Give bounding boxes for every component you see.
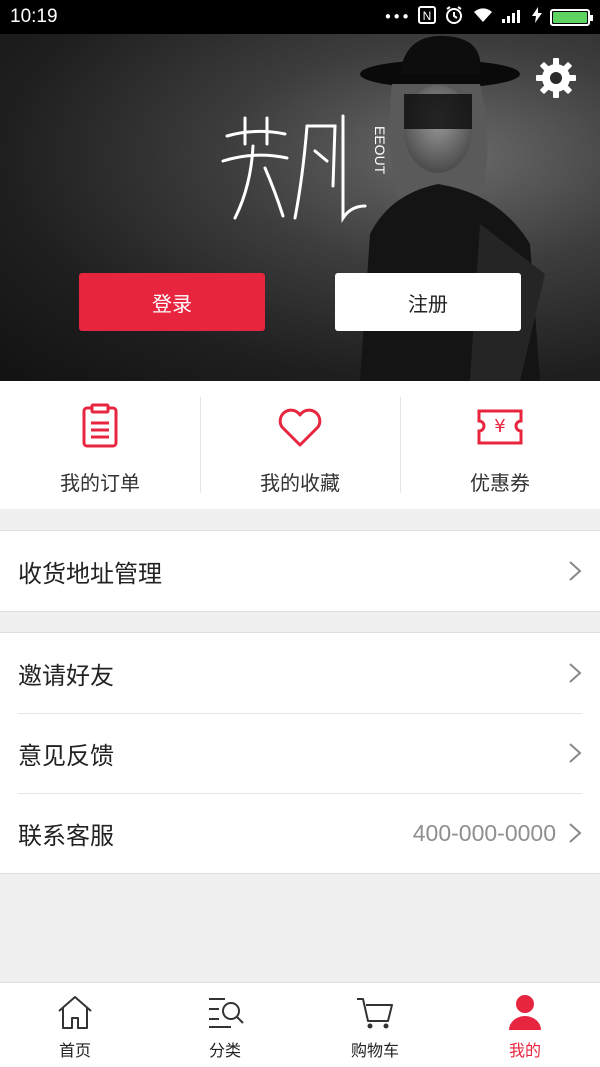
address-management-row[interactable]: 收货地址管理: [0, 531, 600, 611]
coupons-button[interactable]: ¥ 优惠券: [400, 381, 600, 509]
chevron-right-icon: [569, 823, 582, 843]
heart-icon: [278, 408, 322, 447]
tab-label: 购物车: [350, 1041, 399, 1060]
tab-home[interactable]: 首页: [0, 983, 150, 1067]
bottom-tab-bar: 首页 分类 购物车 我的: [0, 982, 600, 1067]
cart-icon: [357, 998, 393, 1029]
tab-cart[interactable]: 购物车: [300, 983, 450, 1067]
alarm-icon: [444, 5, 464, 29]
customer-service-row[interactable]: 联系客服 400-000-0000: [0, 793, 600, 873]
settings-gear-icon[interactable]: [534, 56, 578, 100]
tab-label: 我的: [508, 1041, 541, 1060]
address-group: 收货地址管理: [0, 530, 600, 612]
row-label: 意见反馈: [18, 741, 114, 770]
svg-text:¥: ¥: [494, 416, 505, 437]
category-icon: [209, 998, 244, 1028]
row-label: 联系客服: [18, 821, 114, 850]
svg-text:N: N: [423, 9, 432, 23]
tab-mine[interactable]: 我的: [450, 983, 600, 1067]
svg-text:EEOUT: EEOUT: [372, 126, 385, 175]
quick-actions: 我的订单 我的收藏 ¥ 优惠券: [0, 381, 600, 509]
invite-friends-row[interactable]: 邀请好友: [0, 633, 600, 713]
tab-category[interactable]: 分类: [150, 983, 300, 1067]
my-orders-button[interactable]: 我的订单: [0, 381, 200, 509]
status-icons: ••• N: [383, 5, 593, 29]
service-phone-number: 400-000-0000: [412, 819, 556, 846]
profile-hero-banner: EEOUT 登录 注册: [0, 34, 600, 381]
register-button[interactable]: 注册: [335, 273, 521, 331]
order-list-icon: [82, 403, 118, 448]
wifi-icon: [472, 6, 494, 28]
charging-icon: [532, 7, 542, 27]
feedback-row[interactable]: 意见反馈: [0, 713, 600, 793]
quick-action-label: 优惠券: [470, 471, 530, 495]
status-bar: 10:19 ••• N: [0, 0, 600, 34]
row-label: 收货地址管理: [18, 559, 162, 588]
status-time: 10:19: [10, 6, 58, 27]
my-favorites-button[interactable]: 我的收藏: [200, 381, 400, 509]
nfc-icon: N: [418, 6, 436, 28]
chevron-right-icon: [569, 561, 582, 581]
settings-group: 邀请好友 意见反馈 联系客服 400-000-0000: [0, 632, 600, 874]
row-label: 邀请好友: [18, 661, 114, 690]
chevron-right-icon: [569, 663, 582, 683]
login-button[interactable]: 登录: [79, 273, 265, 331]
more-dots-icon: •••: [383, 8, 410, 26]
coupon-icon: ¥: [477, 409, 523, 445]
battery-icon: [550, 8, 593, 26]
user-icon: [509, 995, 541, 1030]
chevron-right-icon: [569, 743, 582, 763]
signal-icon: [502, 7, 524, 27]
home-icon: [58, 996, 92, 1029]
quick-action-label: 我的收藏: [260, 471, 340, 495]
quick-action-label: 我的订单: [60, 471, 140, 495]
tab-label: 首页: [58, 1041, 91, 1060]
tab-label: 分类: [208, 1041, 241, 1060]
eeout-logo: EEOUT: [221, 114, 385, 223]
